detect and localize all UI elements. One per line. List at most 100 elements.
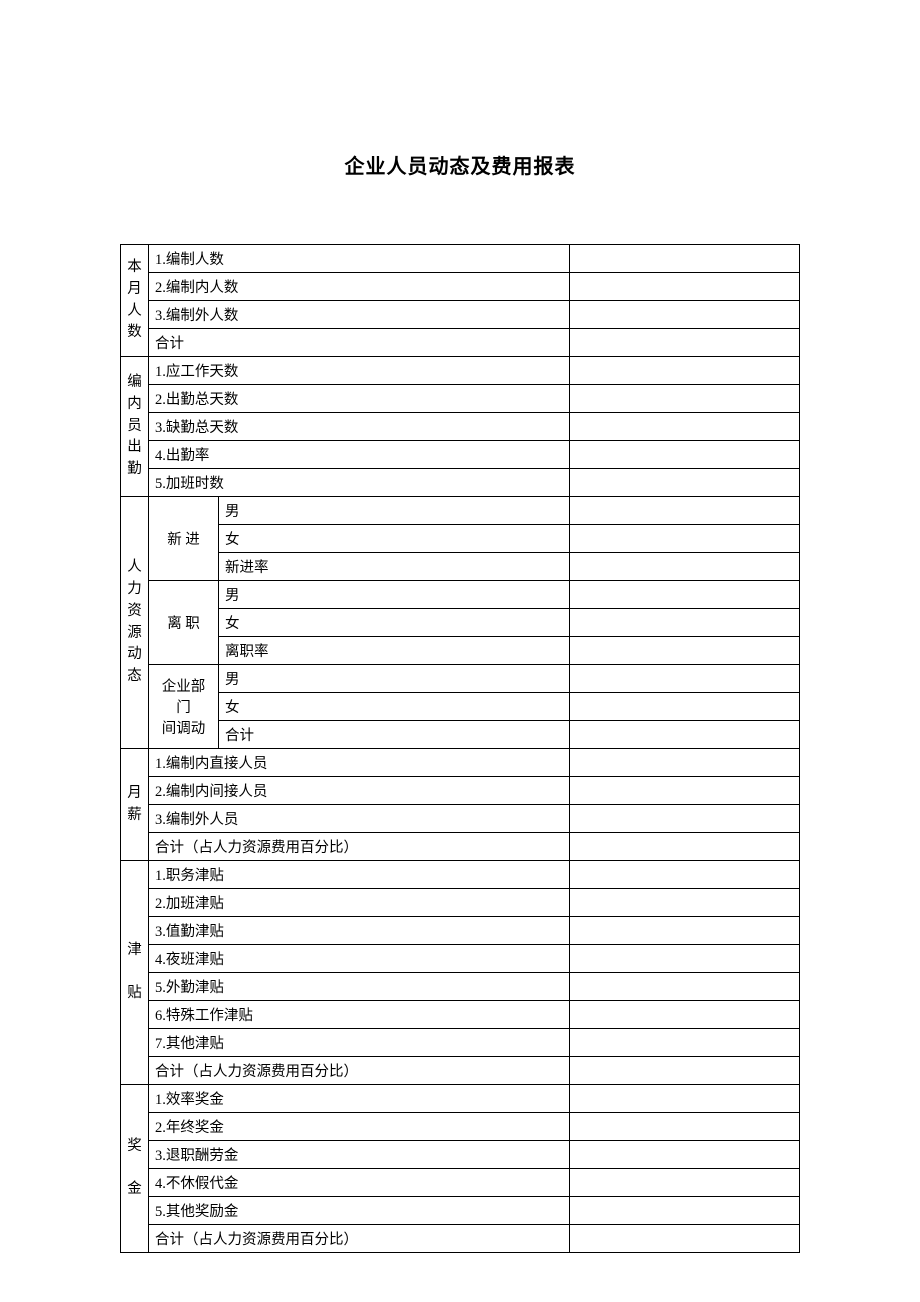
value-cell xyxy=(570,945,800,973)
row-label: 合计（占人力资源费用百分比） xyxy=(149,1225,570,1253)
row-label: 合计 xyxy=(149,329,570,357)
table-row: 合计 xyxy=(121,721,800,749)
table-row: 合计 xyxy=(121,329,800,357)
row-label: 男 xyxy=(219,581,570,609)
row-label: 女 xyxy=(219,609,570,637)
row-label: 女 xyxy=(219,693,570,721)
value-cell xyxy=(570,581,800,609)
table-row: 离 职 男 xyxy=(121,581,800,609)
row-label: 女 xyxy=(219,525,570,553)
table-row: 4.不休假代金 xyxy=(121,1169,800,1197)
section-header-hr-dynamics: 人力资源动态 xyxy=(121,497,149,749)
table-row: 本月人数 1.编制人数 xyxy=(121,245,800,273)
section-header-bonus: 奖金 xyxy=(121,1085,149,1253)
row-label: 新进率 xyxy=(219,553,570,581)
value-cell xyxy=(570,497,800,525)
value-cell xyxy=(570,721,800,749)
value-cell xyxy=(570,1197,800,1225)
value-cell xyxy=(570,1001,800,1029)
table-row: 编内员出勤 1.应工作天数 xyxy=(121,357,800,385)
report-table: 本月人数 1.编制人数 2.编制内人数 3.编制外人数 合计 编内员出勤 1.应… xyxy=(120,244,800,1253)
value-cell xyxy=(570,861,800,889)
value-cell xyxy=(570,889,800,917)
row-label: 2.加班津贴 xyxy=(149,889,570,917)
table-row: 5.加班时数 xyxy=(121,469,800,497)
document-title: 企业人员动态及费用报表 xyxy=(120,150,800,179)
table-row: 离职率 xyxy=(121,637,800,665)
table-row: 3.值勤津贴 xyxy=(121,917,800,945)
table-row: 2.加班津贴 xyxy=(121,889,800,917)
value-cell xyxy=(570,1029,800,1057)
row-label: 男 xyxy=(219,497,570,525)
table-row: 2.年终奖金 xyxy=(121,1113,800,1141)
table-row: 4.出勤率 xyxy=(121,441,800,469)
value-cell xyxy=(570,357,800,385)
row-label: 3.退职酬劳金 xyxy=(149,1141,570,1169)
value-cell xyxy=(570,917,800,945)
group-header-line: 间调动 xyxy=(162,721,206,737)
row-label: 3.值勤津贴 xyxy=(149,917,570,945)
table-row: 奖金 1.效率奖金 xyxy=(121,1085,800,1113)
table-row: 新进率 xyxy=(121,553,800,581)
row-label: 7.其他津贴 xyxy=(149,1029,570,1057)
row-label: 1.职务津贴 xyxy=(149,861,570,889)
row-label: 男 xyxy=(219,665,570,693)
table-row: 3.缺勤总天数 xyxy=(121,413,800,441)
value-cell xyxy=(570,329,800,357)
section-header-salary: 月薪 xyxy=(121,749,149,861)
value-cell xyxy=(570,525,800,553)
group-header-transfer: 企业部门间调动 xyxy=(149,665,219,749)
row-label: 2.编制内人数 xyxy=(149,273,570,301)
value-cell xyxy=(570,413,800,441)
row-label: 5.加班时数 xyxy=(149,469,570,497)
value-cell xyxy=(570,441,800,469)
table-row: 2.编制内人数 xyxy=(121,273,800,301)
row-label: 离职率 xyxy=(219,637,570,665)
row-label: 2.年终奖金 xyxy=(149,1113,570,1141)
value-cell xyxy=(570,609,800,637)
row-label: 合计（占人力资源费用百分比） xyxy=(149,833,570,861)
row-label: 合计 xyxy=(219,721,570,749)
table-row: 2.编制内间接人员 xyxy=(121,777,800,805)
table-row: 3.编制外人员 xyxy=(121,805,800,833)
table-row: 月薪 1.编制内直接人员 xyxy=(121,749,800,777)
table-row: 合计（占人力资源费用百分比） xyxy=(121,833,800,861)
row-label: 1.应工作天数 xyxy=(149,357,570,385)
value-cell xyxy=(570,805,800,833)
value-cell xyxy=(570,637,800,665)
value-cell xyxy=(570,1085,800,1113)
row-label: 2.编制内间接人员 xyxy=(149,777,570,805)
table-row: 津贴 1.职务津贴 xyxy=(121,861,800,889)
row-label: 1.编制内直接人员 xyxy=(149,749,570,777)
row-label: 3.编制外人数 xyxy=(149,301,570,329)
row-label: 3.缺勤总天数 xyxy=(149,413,570,441)
table-row: 2.出勤总天数 xyxy=(121,385,800,413)
table-row: 女 xyxy=(121,609,800,637)
value-cell xyxy=(570,1113,800,1141)
section-header-attendance: 编内员出勤 xyxy=(121,357,149,497)
section-header-headcount: 本月人数 xyxy=(121,245,149,357)
row-label: 2.出勤总天数 xyxy=(149,385,570,413)
value-cell xyxy=(570,749,800,777)
row-label: 5.外勤津贴 xyxy=(149,973,570,1001)
table-row: 5.其他奖励金 xyxy=(121,1197,800,1225)
value-cell xyxy=(570,973,800,1001)
value-cell xyxy=(570,665,800,693)
value-cell xyxy=(570,385,800,413)
table-row: 3.编制外人数 xyxy=(121,301,800,329)
table-row: 企业部门间调动 男 xyxy=(121,665,800,693)
row-label: 6.特殊工作津贴 xyxy=(149,1001,570,1029)
row-label: 合计（占人力资源费用百分比） xyxy=(149,1057,570,1085)
table-row: 6.特殊工作津贴 xyxy=(121,1001,800,1029)
row-label: 4.不休假代金 xyxy=(149,1169,570,1197)
group-header-new: 新 进 xyxy=(149,497,219,581)
row-label: 3.编制外人员 xyxy=(149,805,570,833)
table-row: 合计（占人力资源费用百分比） xyxy=(121,1057,800,1085)
value-cell xyxy=(570,1057,800,1085)
row-label: 1.编制人数 xyxy=(149,245,570,273)
value-cell xyxy=(570,693,800,721)
group-header-leave: 离 职 xyxy=(149,581,219,665)
table-row: 4.夜班津贴 xyxy=(121,945,800,973)
group-header-line: 企业部门 xyxy=(162,679,206,716)
value-cell xyxy=(570,1141,800,1169)
